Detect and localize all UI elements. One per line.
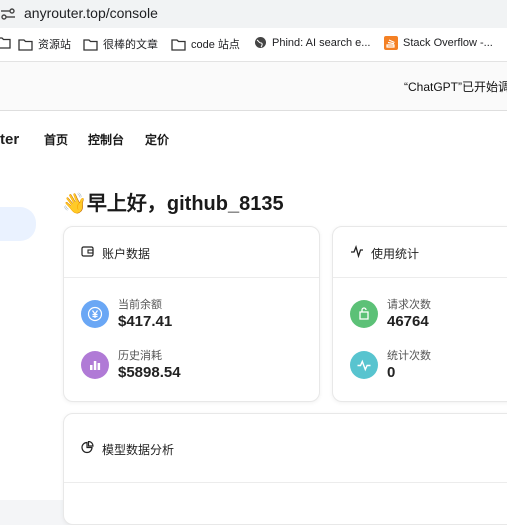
model-analysis-card: 模型数据分析 (63, 413, 507, 525)
bookmark-folder-articles[interactable]: 很棒的文章 (83, 36, 158, 52)
url-text[interactable]: anyrouter.top/console (24, 5, 158, 21)
consumption-label: 历史消耗 (118, 350, 162, 362)
nav-pricing[interactable]: 定价 (145, 131, 169, 148)
account-data-card: 账户数据 当前余额 $417.41 历史消耗 $5898.54 (63, 226, 320, 402)
pulse-line-icon (351, 245, 363, 258)
folder-icon (18, 38, 33, 51)
card-header: 使用统计 (333, 227, 507, 278)
brand-name[interactable]: ter (0, 131, 19, 148)
bookmark-folder-resources[interactable]: 资源站 (18, 36, 71, 52)
balance-label: 当前余额 (118, 299, 162, 311)
stackoverflow-icon (384, 36, 398, 50)
sidebar-item-active[interactable] (0, 207, 36, 241)
globe-icon (255, 37, 266, 48)
wallet-icon (81, 246, 94, 257)
folder-icon (0, 37, 11, 49)
stat-count-value: 0 (387, 364, 396, 381)
consumption-value: $5898.54 (118, 364, 181, 381)
bookmark-label: 很棒的文章 (103, 39, 158, 51)
card-header: 账户数据 (64, 227, 319, 278)
nav-console[interactable]: 控制台 (88, 131, 124, 148)
card-title: 使用统计 (371, 247, 420, 261)
pie-chart-icon (81, 441, 94, 454)
card-title: 模型数据分析 (102, 443, 175, 457)
notification-banner: “ChatGPT”已开始调 (0, 62, 507, 111)
yen-icon (81, 300, 109, 328)
bookmark-folder-code[interactable]: code 站点 (171, 36, 240, 52)
requests-value: 46764 (387, 313, 429, 330)
bookmark-label: Phind: AI search e... (272, 36, 371, 49)
bookmark-folder-1[interactable] (0, 36, 16, 49)
balance-value: $417.41 (118, 313, 173, 330)
console-page: ter 首页 控制台 定价 👋早上好，github_8135 账户数据 当前余额… (0, 111, 507, 525)
address-bar[interactable]: anyrouter.top/console (0, 0, 507, 28)
bookmarks-bar: 资源站 很棒的文章 code 站点 Phind: AI search e... … (0, 28, 507, 62)
requests-label: 请求次数 (387, 299, 431, 311)
nav-home[interactable]: 首页 (44, 131, 68, 148)
notification-text: “ChatGPT”已开始调 (404, 80, 507, 94)
bookmark-phind[interactable]: Phind: AI search e... (254, 36, 370, 49)
bookmark-label: code 站点 (191, 39, 240, 51)
site-settings-icon[interactable] (0, 6, 16, 22)
send-icon (350, 300, 378, 328)
pulse-icon (350, 351, 378, 379)
folder-icon (171, 38, 186, 51)
bookmark-label: Stack Overflow -... (403, 37, 493, 49)
folder-icon (83, 38, 98, 51)
bar-chart-icon (81, 351, 109, 379)
card-title: 账户数据 (102, 247, 151, 261)
card-header: 模型数据分析 (64, 414, 507, 483)
bookmark-stackoverflow[interactable]: Stack Overflow -... (384, 36, 493, 50)
bookmark-label: 资源站 (38, 39, 71, 51)
stat-count-label: 统计次数 (387, 350, 431, 362)
usage-stats-card: 使用统计 请求次数 46764 统计次数 0 (332, 226, 507, 402)
greeting-title: 👋早上好，github_8135 (62, 193, 284, 215)
